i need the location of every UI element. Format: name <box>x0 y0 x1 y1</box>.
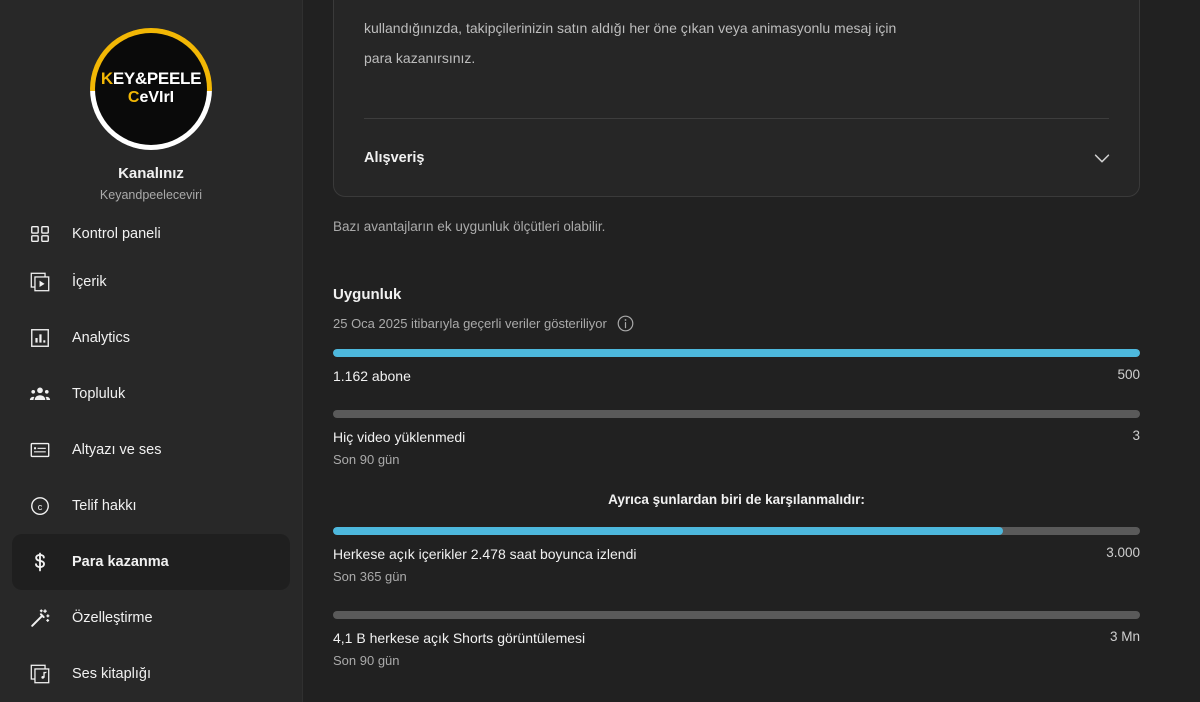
subtitles-icon <box>28 438 52 462</box>
avatar-logo-line2: CeVIrI <box>128 89 174 107</box>
copyright-icon: c <box>28 494 52 518</box>
alternative-criteria-note: Ayrıca şunlardan biri de karşılanmalıdır… <box>608 492 865 507</box>
avatar-logo-line1: KEY&PEELE <box>100 69 202 89</box>
progress-fill <box>333 527 1003 535</box>
channel-block: KEY&PEELE CeVIrI Kanalınız Keyandpeelece… <box>0 0 302 202</box>
eligibility-asof-row: 25 Oca 2025 itibarıyla geçerli veriler g… <box>333 314 1140 333</box>
metric-sub: Son 90 gün <box>333 452 400 467</box>
metric-value: 500 <box>1117 367 1140 382</box>
metric-label: Herkese açık içerikler 2.478 saat boyunc… <box>333 546 637 562</box>
content-icon <box>28 270 52 294</box>
sidebar-item-label: Telif hakkı <box>72 498 137 514</box>
audio-library-icon <box>28 662 52 686</box>
metric-row: 1.162 abone 500 <box>333 366 1140 386</box>
shopping-expander-row[interactable]: Alışveriş <box>364 135 1113 181</box>
chevron-down-icon[interactable] <box>1091 147 1113 169</box>
metric-shorts-views: 4,1 B herkese açık Shorts görüntülemesi … <box>333 611 1140 671</box>
sidebar-item-label: Kontrol paneli <box>72 226 161 242</box>
metric-value: 3.000 <box>1106 545 1140 560</box>
sidebar-item-label: Altyazı ve ses <box>72 442 162 458</box>
sidebar-item-audio-library[interactable]: Ses kitaplığı <box>12 646 290 702</box>
metric-row: Herkese açık içerikler 2.478 saat boyunc… <box>333 544 1140 587</box>
metric-text-block: 4,1 B herkese açık Shorts görüntülemesi … <box>333 628 585 671</box>
dashboard-icon <box>28 222 52 246</box>
metric-value: 3 <box>1132 428 1140 443</box>
youtube-studio-window: KEY&PEELE CeVIrI Kanalınız Keyandpeelece… <box>0 0 1200 702</box>
sidebar-item-analytics[interactable]: Analytics <box>12 310 290 366</box>
sidebar-item-community[interactable]: Topluluk <box>12 366 290 422</box>
analytics-icon <box>28 326 52 350</box>
main-content: kullandığınızda, takipçilerinizin satın … <box>303 0 1200 702</box>
progress-track <box>333 410 1140 418</box>
metric-label: Hiç video yüklenmedi <box>333 429 466 445</box>
sidebar-item-content[interactable]: İçerik <box>12 254 290 310</box>
metric-videos-uploaded: Hiç video yüklenmedi Son 90 gün 3 <box>333 410 1140 470</box>
avatar-logo-line2-rest: eVIrI <box>139 89 175 107</box>
eligibility-section-title: Uygunluk <box>333 286 402 303</box>
progress-fill <box>333 349 1140 357</box>
shopping-expander-label: Alışveriş <box>364 150 425 166</box>
additional-criteria-note: Bazı avantajların ek uygunluk ölçütleri … <box>333 219 606 234</box>
avatar-logo-line1-accent: K <box>100 69 113 89</box>
progress-track <box>333 527 1140 535</box>
metric-watch-hours: Herkese açık içerikler 2.478 saat boyunc… <box>333 527 1140 587</box>
channel-handle: Keyandpeeleceviri <box>99 188 203 202</box>
progress-track <box>333 349 1140 357</box>
svg-text:c: c <box>38 502 43 512</box>
metric-label: 1.162 abone <box>333 368 411 384</box>
metric-text-block: Herkese açık içerikler 2.478 saat boyunc… <box>333 544 637 587</box>
sidebar-item-customization[interactable]: Özelleştirme <box>12 590 290 646</box>
metric-sub: Son 365 gün <box>333 569 407 584</box>
sidebar-item-label: Para kazanma <box>72 554 169 570</box>
metric-value: 3 Mn <box>1109 629 1140 644</box>
sidebar-item-copyright[interactable]: c Telif hakkı <box>12 478 290 534</box>
sidebar-item-label: Analytics <box>72 330 131 346</box>
monetization-promo-card: kullandığınızda, takipçilerinizin satın … <box>333 0 1140 197</box>
sidebar-item-monetization[interactable]: Para kazanma <box>12 534 290 590</box>
metric-row: 4,1 B herkese açık Shorts görüntülemesi … <box>333 628 1140 671</box>
sidebar-item-label: Ses kitaplığı <box>72 666 151 682</box>
channel-title: Kanalınız <box>118 165 184 182</box>
avatar[interactable]: KEY&PEELE CeVIrI <box>90 28 212 150</box>
metric-label: 4,1 B herkese açık Shorts görüntülemesi <box>333 630 586 646</box>
avatar-logo: KEY&PEELE CeVIrI <box>95 33 207 145</box>
metric-row: Hiç video yüklenmedi Son 90 gün 3 <box>333 427 1140 470</box>
info-icon[interactable] <box>616 314 635 333</box>
metric-text-block: Hiç video yüklenmedi Son 90 gün <box>333 427 465 470</box>
progress-track <box>333 611 1140 619</box>
promo-body-text: kullandığınızda, takipçilerinizin satın … <box>364 20 897 66</box>
avatar-logo-line2-accent: C <box>127 89 140 107</box>
sidebar-item-dashboard[interactable]: Kontrol paneli <box>12 214 290 254</box>
avatar-logo-line1-rest: EY&PEELE <box>112 69 202 89</box>
community-icon <box>28 382 52 406</box>
main-inner: kullandığınızda, takipçilerinizin satın … <box>303 0 1200 671</box>
promo-divider <box>364 118 1109 119</box>
dollar-icon <box>28 550 52 574</box>
sidebar-item-subtitles[interactable]: Altyazı ve ses <box>12 422 290 478</box>
eligibility-asof-text: 25 Oca 2025 itibarıyla geçerli veriler g… <box>333 316 607 331</box>
sidebar-item-label: Topluluk <box>72 386 126 402</box>
sidebar-item-label: Özelleştirme <box>72 610 153 626</box>
metric-subscribers: 1.162 abone 500 <box>333 349 1140 386</box>
metric-text-block: 1.162 abone <box>333 366 411 386</box>
sidebar-nav: Kontrol paneli İçerik Analytics Topluluk… <box>0 214 302 702</box>
sidebar: KEY&PEELE CeVIrI Kanalınız Keyandpeelece… <box>0 0 303 702</box>
metric-sub: Son 90 gün <box>333 653 400 668</box>
magic-wand-icon <box>28 606 52 630</box>
sidebar-item-label: İçerik <box>72 274 107 290</box>
